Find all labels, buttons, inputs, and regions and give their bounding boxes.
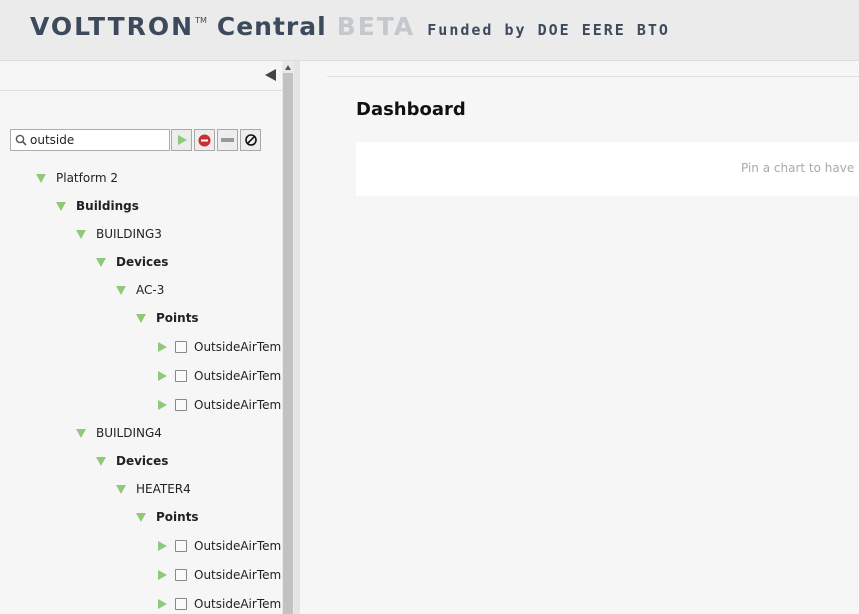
logo-funded-by: Funded by DOE EERE BTO: [427, 21, 670, 39]
point-checkbox[interactable]: [175, 370, 187, 382]
empty-dashboard-message: Pin a chart to have it: [741, 161, 859, 175]
filter-play-button[interactable]: [171, 129, 192, 151]
expand-arrow-icon[interactable]: [158, 599, 167, 609]
search-icon: [15, 134, 27, 146]
expand-arrow-icon[interactable]: [158, 541, 167, 551]
tree-node-point[interactable]: OutsideAirTemp: [158, 565, 282, 585]
point-checkbox[interactable]: [175, 399, 187, 411]
expand-arrow-icon[interactable]: [36, 173, 46, 183]
pinned-charts-area: Pin a chart to have it: [356, 142, 859, 196]
tree-node-label: Points: [156, 510, 199, 524]
filter-box: [10, 129, 170, 151]
scrollbar-thumb[interactable]: [283, 73, 293, 614]
tree-node-label: Buildings: [76, 199, 139, 213]
tree-node-point[interactable]: OutsideAirTemp: [158, 366, 282, 386]
expand-arrow-icon[interactable]: [76, 229, 86, 239]
tree-node-label: OutsideAirTemp: [194, 568, 282, 582]
tree-node-device[interactable]: AC-3: [116, 280, 164, 300]
tree-node-label: OutsideAirTemp: [194, 398, 282, 412]
tree-node-label: Points: [156, 311, 199, 325]
expand-arrow-icon[interactable]: [116, 484, 126, 494]
tree-node-label: OutsideAirTemp: [194, 340, 282, 354]
expand-arrow-icon[interactable]: [136, 313, 146, 323]
expand-arrow-icon[interactable]: [158, 342, 167, 352]
expand-arrow-icon[interactable]: [136, 512, 146, 522]
platforms-sidebar: Platform 2 Buildings BUILDING3 Devices A…: [0, 61, 282, 614]
point-checkbox[interactable]: [175, 341, 187, 353]
tree-node-point[interactable]: OutsideAirTemp: [158, 594, 282, 614]
tree-node-label: OutsideAirTemp: [194, 539, 282, 553]
sidebar-collapse-bar: [0, 61, 282, 91]
tree-node-label: OutsideAirTemp: [194, 597, 282, 611]
point-checkbox[interactable]: [175, 540, 187, 552]
expand-arrow-icon[interactable]: [96, 257, 106, 267]
expand-arrow-icon[interactable]: [96, 456, 106, 466]
tree-node-point[interactable]: OutsideAirTemp: [158, 337, 282, 357]
point-checkbox[interactable]: [175, 569, 187, 581]
tree-node-devices[interactable]: Devices: [96, 252, 168, 272]
filter-cancel-button[interactable]: [240, 129, 261, 151]
tree-node-platform[interactable]: Platform 2: [36, 168, 118, 188]
expand-arrow-icon[interactable]: [158, 371, 167, 381]
tree-node-building4[interactable]: BUILDING4: [76, 423, 162, 443]
expand-arrow-icon[interactable]: [158, 400, 167, 410]
tree-node-device[interactable]: HEATER4: [116, 479, 191, 499]
filter-clear-button[interactable]: [217, 129, 238, 151]
logo-beta: BETA: [336, 12, 416, 41]
sidebar-scrollbar[interactable]: [282, 61, 294, 614]
tree-node-point[interactable]: OutsideAirTemp: [158, 395, 282, 415]
tree-node-building3[interactable]: BUILDING3: [76, 224, 162, 244]
expand-arrow-icon[interactable]: [56, 201, 66, 211]
tree-node-label: HEATER4: [136, 482, 191, 496]
tree-node-point[interactable]: OutsideAirTemp: [158, 536, 282, 556]
filter-remove-button[interactable]: [194, 129, 215, 151]
logo-volttron: VOLTTRON: [30, 12, 195, 41]
filter-input[interactable]: [30, 130, 168, 150]
tree-node-buildings[interactable]: Buildings: [56, 196, 139, 216]
expand-arrow-icon[interactable]: [116, 285, 126, 295]
logo-trademark: TM: [195, 16, 207, 25]
tree-node-label: AC-3: [136, 283, 165, 297]
tree-node-label: Devices: [116, 454, 169, 468]
tree-node-points[interactable]: Points: [136, 308, 199, 328]
expand-arrow-icon[interactable]: [76, 428, 86, 438]
minus-icon: [221, 138, 234, 142]
dashboard-main: Dashboard Pin a chart to have it: [300, 61, 859, 614]
main-top-divider: [327, 76, 859, 77]
cancel-icon: [244, 134, 257, 146]
tree-node-label: BUILDING3: [96, 227, 162, 241]
remove-icon: [198, 134, 211, 146]
tree-node-devices[interactable]: Devices: [96, 451, 168, 471]
tree-node-label: Platform 2: [56, 171, 119, 185]
app-header: VOLTTRON TM Central BETA Funded by DOE E…: [0, 0, 859, 61]
app-logo: VOLTTRON TM Central BETA Funded by DOE E…: [30, 12, 670, 48]
logo-central: Central: [216, 12, 327, 41]
collapse-left-icon[interactable]: [265, 69, 276, 81]
expand-arrow-icon[interactable]: [158, 570, 167, 580]
tree-node-label: Devices: [116, 255, 169, 269]
point-checkbox[interactable]: [175, 598, 187, 610]
tree-node-label: OutsideAirTemp: [194, 369, 282, 383]
scroll-up-arrow-icon[interactable]: [285, 65, 291, 70]
play-icon: [177, 135, 187, 145]
tree-node-points[interactable]: Points: [136, 507, 199, 527]
tree-node-label: BUILDING4: [96, 426, 162, 440]
page-title: Dashboard: [356, 99, 466, 120]
